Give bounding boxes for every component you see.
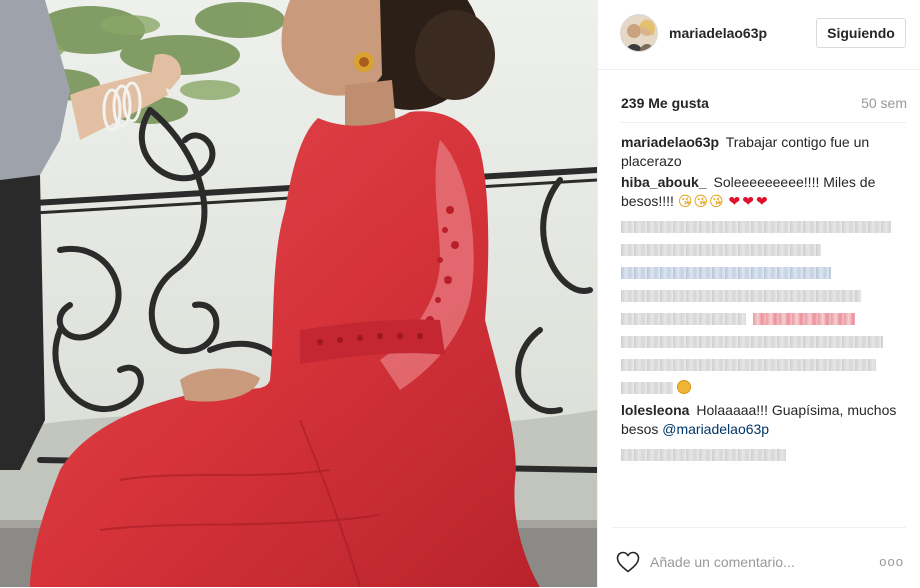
comment-item: mariadelao63p Trabajar contigo fue un pl… — [621, 133, 906, 171]
comment-item: hiba_abouk_ Soleeeeeeeee!!!! Miles de be… — [621, 173, 906, 211]
comment-bar: ooo — [612, 527, 906, 588]
blurred-comment — [621, 332, 906, 397]
avatar-image — [621, 15, 657, 51]
post-timestamp[interactable]: 50 sem — [861, 95, 907, 111]
post-side-panel: mariadelao63p Siguiendo 239 Me gusta 50 … — [597, 0, 920, 587]
blurred-comment — [621, 286, 906, 328]
kiss-face-emoji: 😘😘😘 — [677, 193, 725, 209]
post-photo[interactable] — [0, 0, 597, 587]
more-options-icon[interactable]: ooo — [879, 555, 904, 568]
blurred-comment — [621, 445, 906, 464]
comment-username[interactable]: hiba_abouk_ — [621, 174, 707, 190]
comment-username[interactable]: lolesleona — [621, 402, 689, 418]
following-button[interactable]: Siguiendo — [816, 18, 906, 48]
post-header: mariadelao63p Siguiendo — [598, 0, 920, 70]
blurred-comment — [621, 217, 906, 282]
author-username[interactable]: mariadelao63p — [669, 25, 767, 41]
heart-outline-icon[interactable] — [616, 551, 640, 573]
stats-divider — [620, 122, 906, 123]
likes-count[interactable]: 239 Me gusta — [621, 95, 709, 111]
comment-mention-link[interactable]: @mariadelao63p — [662, 421, 769, 437]
photo-illustration — [0, 0, 597, 587]
add-comment-input[interactable] — [650, 550, 868, 574]
comments-list: mariadelao63p Trabajar contigo fue un pl… — [621, 133, 906, 468]
comment-item: lolesleona Holaaaaa!!! Guapísima, muchos… — [621, 401, 906, 439]
comment-username[interactable]: mariadelao63p — [621, 134, 719, 150]
smile-emoji — [677, 380, 691, 394]
avatar[interactable] — [620, 14, 658, 52]
post-stats: 239 Me gusta 50 sem — [598, 86, 920, 116]
instagram-post: mariadelao63p Siguiendo 239 Me gusta 50 … — [0, 0, 920, 587]
red-heart-emoji: ❤❤❤ — [728, 193, 770, 209]
